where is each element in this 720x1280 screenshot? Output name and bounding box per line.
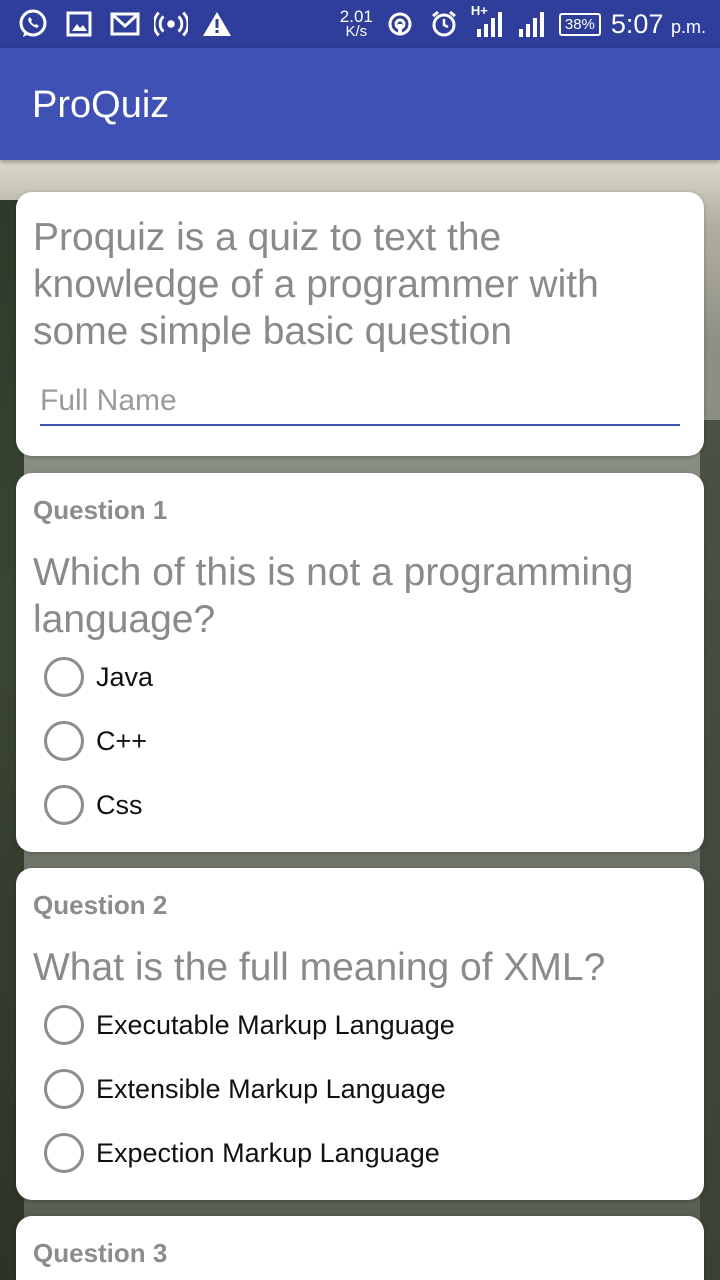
intro-description: Proquiz is a quiz to text the knowledge … xyxy=(33,216,599,353)
option-java[interactable]: Java xyxy=(44,657,153,697)
gallery-icon xyxy=(62,7,96,41)
radio-button[interactable] xyxy=(44,1133,84,1173)
question-card-1: Question 1 Which of this is not a progra… xyxy=(16,473,704,852)
option-cpp[interactable]: C++ xyxy=(44,721,147,761)
option-css[interactable]: Css xyxy=(44,785,143,825)
option-expection-markup[interactable]: Expection Markup Language xyxy=(44,1133,440,1173)
radio-button[interactable] xyxy=(44,785,84,825)
network-speed-value: 2.01 xyxy=(339,7,373,26)
whatsapp-icon xyxy=(16,7,50,41)
app-bar: ProQuiz xyxy=(0,48,720,160)
signal-icon xyxy=(515,7,549,41)
network-speed: 2.01 K/s xyxy=(339,7,373,40)
question-card-2: Question 2 What is the full meaning of X… xyxy=(16,868,704,1200)
status-bar: 2.01 K/s H+ 38% 5:07 p.m. xyxy=(0,0,720,48)
hotspot-icon xyxy=(154,7,188,41)
alarm-icon xyxy=(427,7,461,41)
network-speed-unit: K/s xyxy=(345,23,368,40)
option-executable-markup[interactable]: Executable Markup Language xyxy=(44,1005,455,1045)
warning-icon xyxy=(200,7,234,41)
option-label[interactable]: Extensible Markup Language xyxy=(96,1074,446,1105)
radio-button[interactable] xyxy=(44,721,84,761)
intro-card: Proquiz is a quiz to text the knowledge … xyxy=(16,192,704,456)
question-label: Question 3 xyxy=(33,1238,168,1268)
option-label[interactable]: Java xyxy=(96,662,153,693)
radio-button[interactable] xyxy=(44,1069,84,1109)
clock-time: 5:07 xyxy=(610,8,664,39)
battery-indicator: 38% xyxy=(558,12,601,36)
full-name-input[interactable] xyxy=(40,378,680,426)
option-label[interactable]: C++ xyxy=(96,726,147,757)
option-label[interactable]: Css xyxy=(96,790,143,821)
clock: 5:07 p.m. xyxy=(611,9,706,40)
question-text: What is the full meaning of XML? xyxy=(33,946,606,989)
question-card-3: Question 3 xyxy=(16,1216,704,1280)
question-text: Which of this is not a programming langu… xyxy=(33,551,634,641)
gmail-icon xyxy=(108,7,142,41)
question-label: Question 1 xyxy=(33,495,168,525)
nfc-icon xyxy=(383,7,417,41)
option-extensible-markup[interactable]: Extensible Markup Language xyxy=(44,1069,446,1109)
question-label: Question 2 xyxy=(33,890,168,920)
app-title: ProQuiz xyxy=(32,84,170,126)
option-label[interactable]: Expection Markup Language xyxy=(96,1138,440,1169)
clock-suffix: p.m. xyxy=(670,16,706,37)
radio-button[interactable] xyxy=(44,657,84,697)
option-label[interactable]: Executable Markup Language xyxy=(96,1010,455,1041)
signal-hplus-icon: H+ xyxy=(471,3,505,41)
radio-button[interactable] xyxy=(44,1005,84,1045)
